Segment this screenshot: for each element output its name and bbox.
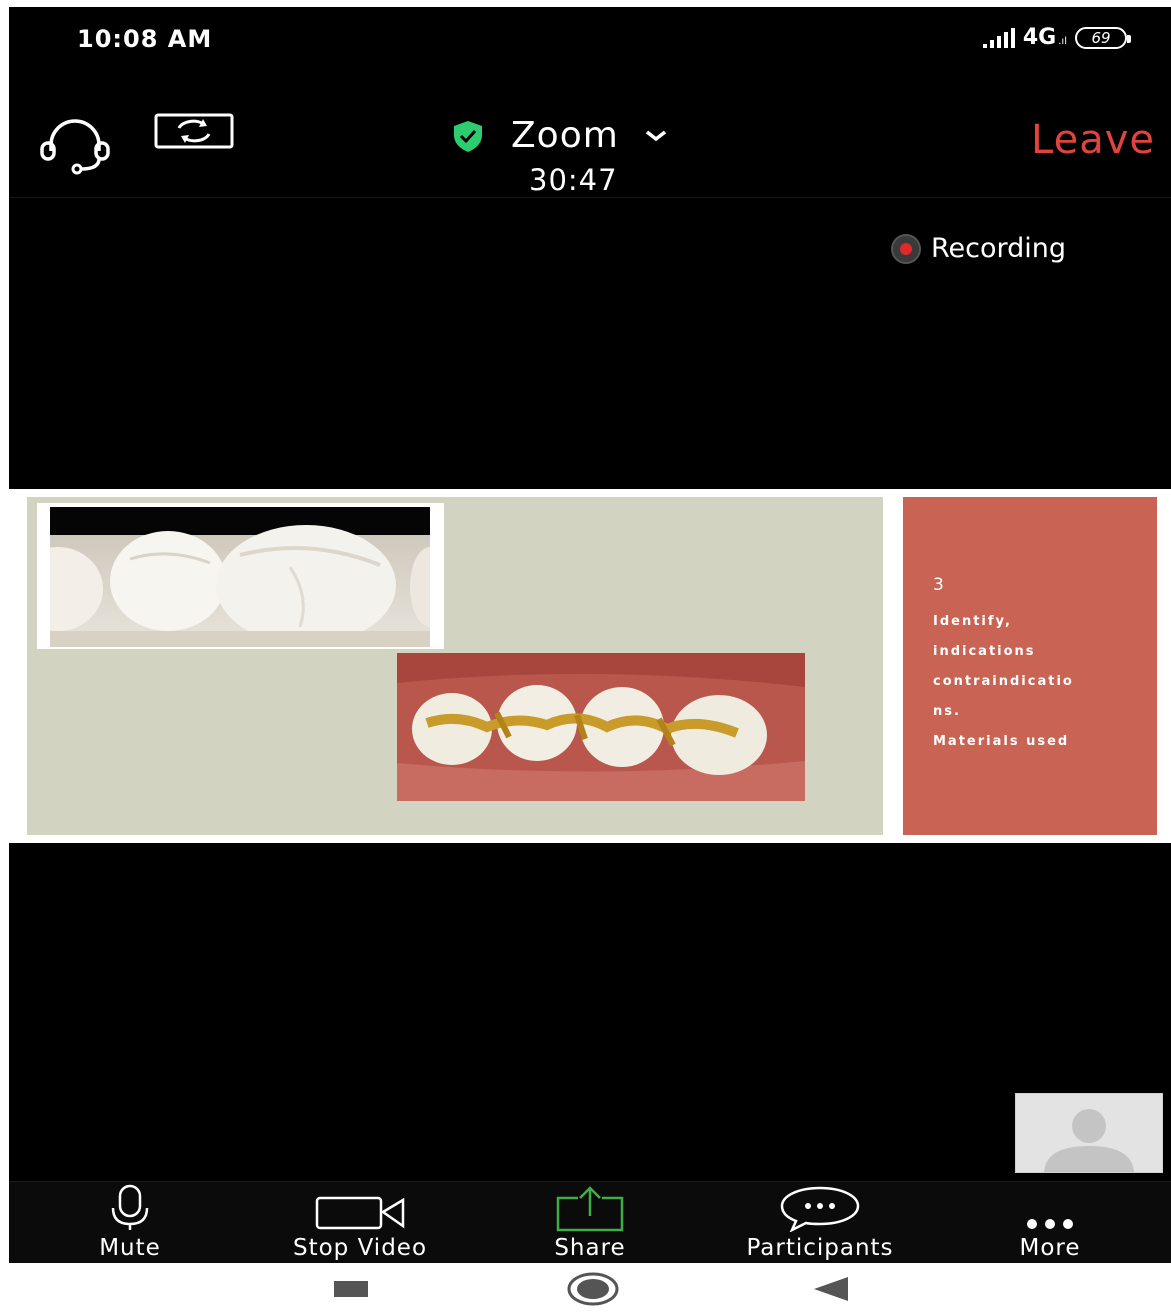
- battery-level: 69: [1091, 28, 1111, 47]
- more-label: More: [1019, 1235, 1081, 1261]
- slide-text-line: Identify,: [933, 614, 1012, 629]
- gold-inlays-photo: [397, 653, 805, 801]
- audio-headset-icon[interactable]: [37, 117, 113, 181]
- stop-video-button[interactable]: Stop Video: [260, 1182, 460, 1263]
- shared-screen: 3 Identify, indications contraindicatio …: [9, 489, 1171, 843]
- self-video-thumbnail[interactable]: [1015, 1093, 1163, 1173]
- meeting-title: Zoom: [511, 115, 619, 156]
- slide-text-line: contraindicatio: [933, 674, 1074, 689]
- slide-text-line: indications: [933, 644, 1036, 659]
- back-icon[interactable]: [812, 1275, 852, 1307]
- meeting-toolbar: Mute Stop Video Share Participants More: [9, 1181, 1171, 1263]
- status-time: 10:08 AM: [77, 25, 213, 53]
- microphone-icon: [111, 1184, 149, 1230]
- crowns-photo: [37, 503, 444, 649]
- battery-icon: 69: [1075, 26, 1131, 49]
- encryption-shield-icon: [454, 120, 482, 152]
- status-bar: 10:08 AM 4G .ıl 69: [9, 7, 1171, 77]
- participants-button[interactable]: Participants: [720, 1182, 920, 1263]
- more-dots-icon: [1027, 1219, 1073, 1229]
- recording-label: Recording: [931, 233, 1067, 264]
- avatar-placeholder-icon: [1044, 1109, 1134, 1172]
- slide-text-line: ns.: [933, 704, 961, 719]
- mute-label: Mute: [99, 1235, 161, 1261]
- home-icon[interactable]: [566, 1271, 620, 1311]
- share-label: Share: [554, 1235, 626, 1261]
- share-icon: [556, 1186, 624, 1232]
- system-nav-bar: [0, 1263, 1171, 1315]
- slide-text-line: Materials used: [933, 734, 1070, 749]
- leave-button[interactable]: Leave: [1031, 117, 1155, 163]
- stop-video-label: Stop Video: [292, 1235, 428, 1261]
- chevron-down-icon: [645, 130, 666, 141]
- recents-icon[interactable]: [334, 1279, 370, 1303]
- switch-camera-icon[interactable]: [153, 111, 235, 155]
- signal-icon: [982, 27, 1015, 48]
- status-indicators: 4G .ıl 69: [982, 25, 1131, 50]
- meeting-timer: 30:47: [529, 163, 618, 197]
- meeting-title-dropdown[interactable]: Zoom: [449, 115, 669, 156]
- more-button[interactable]: More: [950, 1182, 1150, 1263]
- meeting-top-bar: Zoom 30:47 Leave: [9, 97, 1171, 198]
- slide-number: 3: [933, 575, 944, 595]
- network-type: 4G: [1022, 25, 1057, 50]
- participants-label: Participants: [746, 1235, 894, 1261]
- zoom-meeting-screen: 10:08 AM 4G .ıl 69 Zoom 30:47 Leave Reco…: [9, 7, 1171, 1263]
- network-activity-icon: .ıl: [1058, 36, 1067, 47]
- recording-icon: [891, 233, 921, 264]
- slide-text: Identify, indications contraindicatio ns…: [933, 599, 1133, 764]
- video-camera-icon: [315, 1196, 405, 1230]
- recording-indicator[interactable]: Recording: [891, 233, 1066, 264]
- chat-bubble-icon: [780, 1186, 860, 1232]
- share-button[interactable]: Share: [490, 1182, 690, 1263]
- mute-button[interactable]: Mute: [30, 1182, 230, 1263]
- slide-content: [27, 497, 883, 835]
- slide-side-panel: 3 Identify, indications contraindicatio …: [903, 497, 1157, 835]
